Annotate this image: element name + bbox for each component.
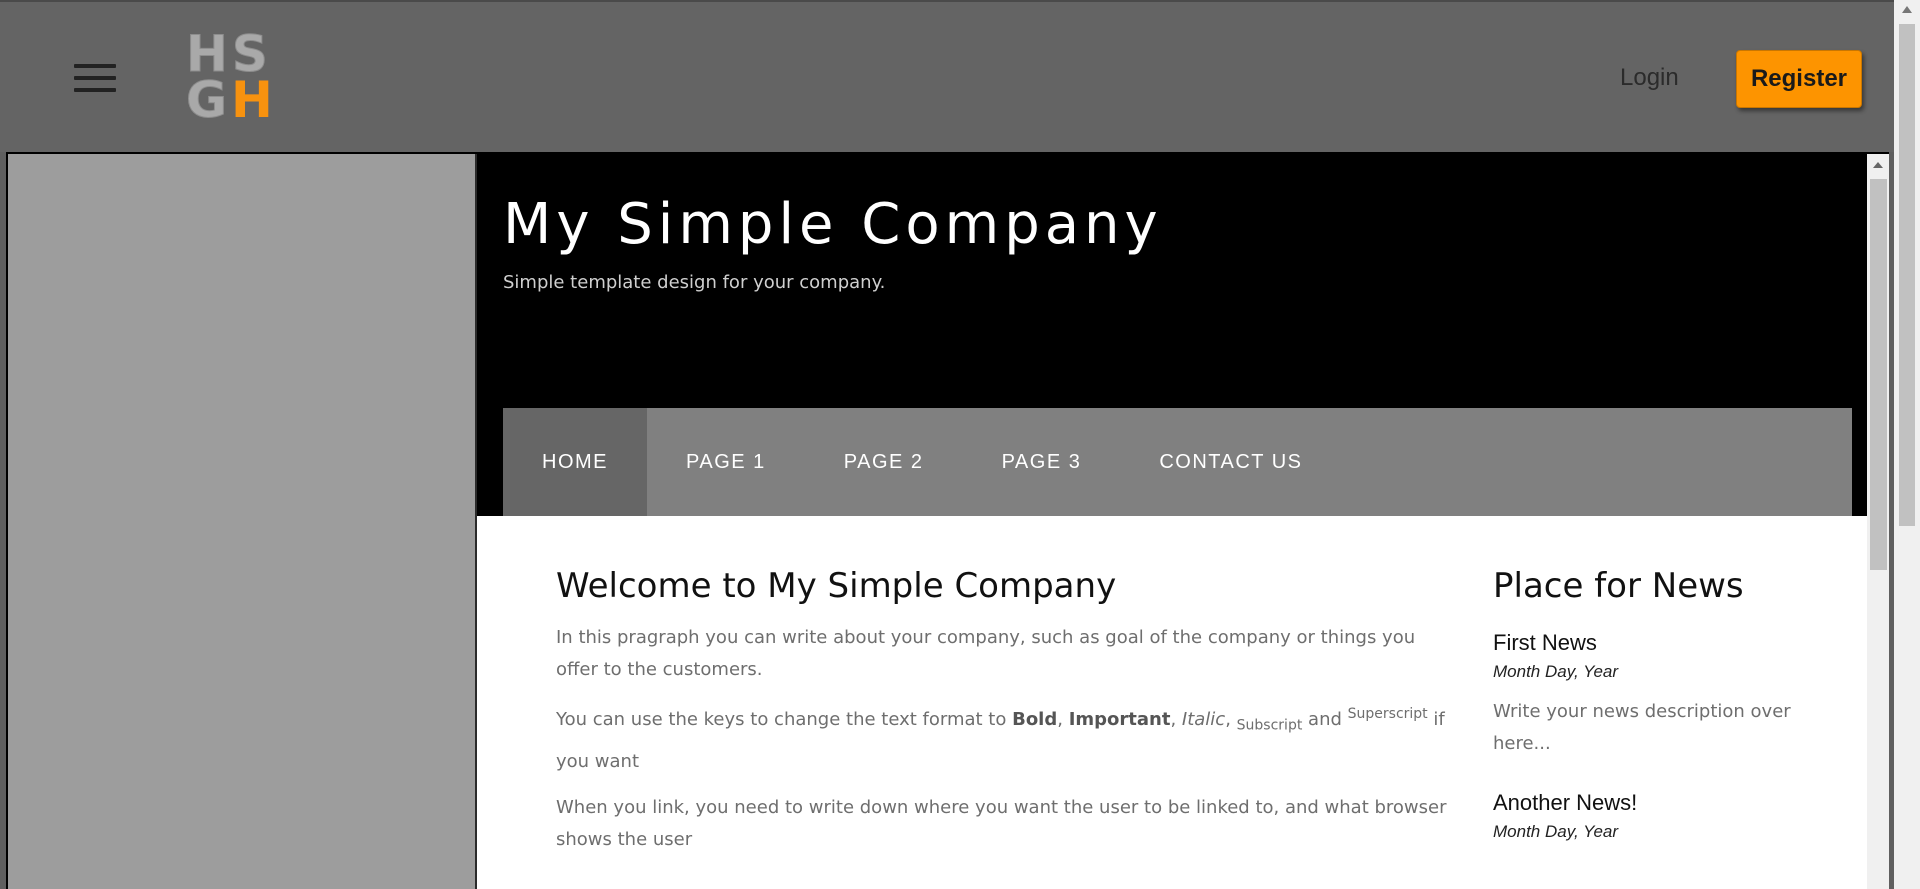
news-title: First News bbox=[1493, 630, 1597, 655]
register-button[interactable]: Register bbox=[1736, 50, 1862, 108]
nav-item-contact-us[interactable]: CONTACT US bbox=[1120, 408, 1341, 516]
top-bar: HS GH Login Register bbox=[0, 0, 1894, 152]
preview-scrollbar[interactable] bbox=[1867, 154, 1889, 889]
site-subtitle: Simple template design for your company. bbox=[503, 272, 886, 293]
site-preview: My Simple Company Simple template design… bbox=[477, 154, 1867, 889]
bold-text: Bold bbox=[1012, 709, 1058, 730]
italic-text: Italic bbox=[1181, 709, 1226, 730]
nav-item-page-2[interactable]: PAGE 2 bbox=[805, 408, 963, 516]
format-paragraph: You can use the keys to change the text … bbox=[556, 706, 1445, 772]
side-panel bbox=[8, 154, 477, 889]
page-scrollbar[interactable] bbox=[1894, 0, 1920, 889]
news-description: Write your news description over here... bbox=[1493, 701, 1791, 754]
hamburger-menu-icon[interactable] bbox=[74, 64, 116, 92]
site-nav: HOME PAGE 1 PAGE 2 PAGE 3 CONTACT US bbox=[503, 408, 1852, 516]
site-header: My Simple Company Simple template design… bbox=[477, 154, 1867, 516]
news-heading: Place for News bbox=[1493, 566, 1744, 606]
intro-paragraph: In this pragraph you can write about you… bbox=[556, 627, 1416, 680]
main-heading: Welcome to My Simple Company bbox=[556, 566, 1117, 606]
news-sidebar: Place for News First News Month Day, Yea… bbox=[1493, 566, 1823, 841]
news-date: Month Day, Year bbox=[1493, 662, 1619, 681]
news-title: Another News! bbox=[1493, 790, 1638, 815]
site-title: My Simple Company bbox=[503, 192, 1163, 257]
main-content: Welcome to My Simple Company In this pra… bbox=[556, 566, 1456, 850]
superscript-text: Superscript bbox=[1347, 706, 1428, 722]
scrollbar-thumb[interactable] bbox=[1870, 179, 1887, 570]
logo[interactable]: HS GH bbox=[185, 29, 278, 126]
nav-item-page-1[interactable]: PAGE 1 bbox=[647, 408, 805, 516]
scroll-up-arrow-icon[interactable] bbox=[1902, 6, 1912, 13]
preview-frame: My Simple Company Simple template design… bbox=[6, 152, 1889, 889]
subscript-text: Subscript bbox=[1236, 717, 1303, 734]
link-paragraph: When you link, you need to write down wh… bbox=[556, 797, 1447, 850]
scroll-up-arrow-icon[interactable] bbox=[1873, 162, 1883, 168]
news-date: Month Day, Year bbox=[1493, 822, 1619, 841]
nav-item-home[interactable]: HOME bbox=[503, 408, 647, 516]
nav-item-page-3[interactable]: PAGE 3 bbox=[963, 408, 1121, 516]
scrollbar-thumb[interactable] bbox=[1899, 24, 1915, 526]
important-text: Important bbox=[1068, 709, 1171, 730]
login-link[interactable]: Login bbox=[1620, 64, 1679, 92]
